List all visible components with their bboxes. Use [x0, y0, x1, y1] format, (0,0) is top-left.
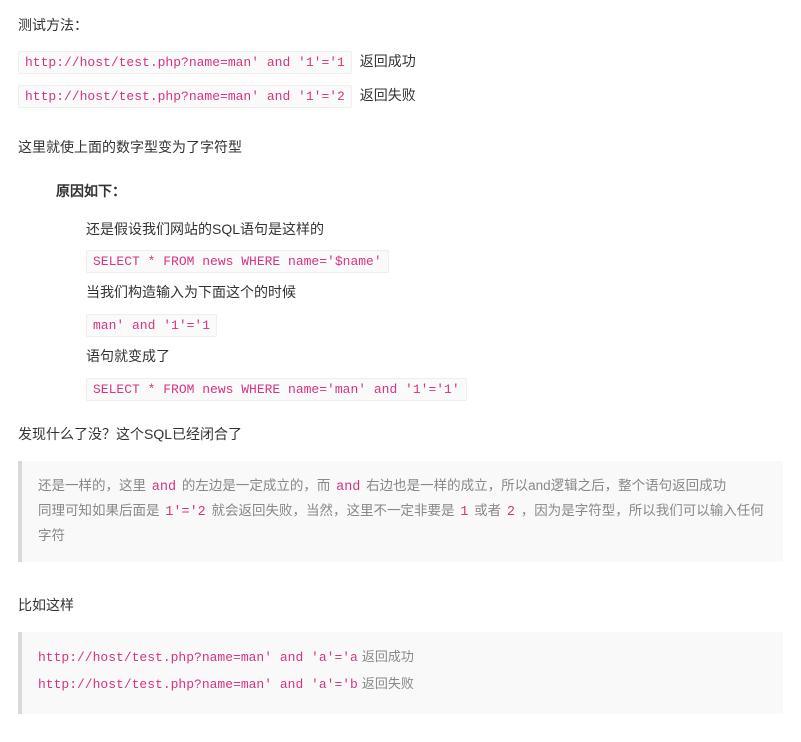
test-line-2: http://host/test.php?name=man' and '1'='… — [18, 84, 783, 108]
code-test-url-1: http://host/test.php?name=man' and '1'='… — [18, 51, 352, 74]
example-code-2: http://host/test.php?name=man' and 'a'='… — [38, 677, 358, 692]
example-code-block: http://host/test.php?name=man' and 'a'='… — [18, 632, 783, 714]
reason-text-3: 语句就变成了 — [86, 345, 783, 369]
reason-block: 原因如下： 还是假设我们网站的SQL语句是这样的 SELECT * FROM n… — [56, 180, 783, 401]
reason-code-1: SELECT * FROM news WHERE name='$name' — [86, 250, 389, 273]
example-row-2: http://host/test.php?name=man' and 'a'='… — [38, 673, 767, 696]
result-text-1: 返回成功 — [360, 53, 416, 69]
kw-and-2: and — [334, 480, 362, 495]
quote-text: 同理可知如果后面是 — [38, 503, 163, 518]
result-text-2: 返回失败 — [360, 87, 416, 103]
reason-code-3: SELECT * FROM news WHERE name='man' and … — [86, 378, 467, 401]
explanation-quote: 还是一样的，这里 and 的左边是一定成立的，而 and 右边也是一样的成立，所… — [18, 461, 783, 562]
reason-text-1: 还是假设我们网站的SQL语句是这样的 — [86, 218, 783, 242]
quote-text: 或者 — [470, 503, 505, 518]
kw-2: 2 — [505, 505, 517, 520]
example-code-1: http://host/test.php?name=man' and 'a'='… — [38, 650, 358, 665]
reason-text-2: 当我们构造输入为下面这个的时候 — [86, 281, 783, 305]
quote-text: 还是一样的，这里 — [38, 478, 150, 493]
reason-title: 原因如下： — [56, 180, 783, 204]
example-result-2: 返回失败 — [362, 676, 414, 691]
reason-code-2-wrap: man' and '1'='1 — [86, 313, 783, 337]
reason-code-2: man' and '1'='1 — [86, 314, 217, 337]
quote-text: 就会返回失败，当然，这里不一定非要是 — [208, 503, 459, 518]
test-line-1: http://host/test.php?name=man' and '1'='… — [18, 50, 783, 74]
reason-content: 还是假设我们网站的SQL语句是这样的 SELECT * FROM news WH… — [86, 218, 783, 402]
reason-code-1-wrap: SELECT * FROM news WHERE name='$name' — [86, 249, 783, 273]
kw-1: 1 — [458, 505, 470, 520]
quote-text: 的左边是一定成立的，而 — [178, 478, 334, 493]
quote-line-1: 还是一样的，这里 and 的左边是一定成立的，而 and 右边也是一样的成立，所… — [38, 475, 767, 500]
para-string-type: 这里就使上面的数字型变为了字符型 — [18, 136, 783, 160]
quote-line-2: 同理可知如果后面是 1'='2 就会返回失败，当然，这里不一定非要是 1 或者 … — [38, 500, 767, 548]
example-row-1: http://host/test.php?name=man' and 'a'='… — [38, 646, 767, 669]
quote-text: 右边也是一样的成立，所以and逻辑之后，整个语句返回成功 — [362, 478, 726, 493]
para-example: 比如这样 — [18, 594, 783, 618]
kw-and-1: and — [150, 480, 178, 495]
code-test-url-2: http://host/test.php?name=man' and '1'='… — [18, 85, 352, 108]
reason-code-3-wrap: SELECT * FROM news WHERE name='man' and … — [86, 377, 783, 401]
para-closed-sql: 发现什么了没？这个SQL已经闭合了 — [18, 423, 783, 447]
example-result-1: 返回成功 — [362, 649, 414, 664]
heading-test-method: 测试方法： — [18, 14, 783, 38]
kw-expr: 1'='2 — [163, 505, 208, 520]
